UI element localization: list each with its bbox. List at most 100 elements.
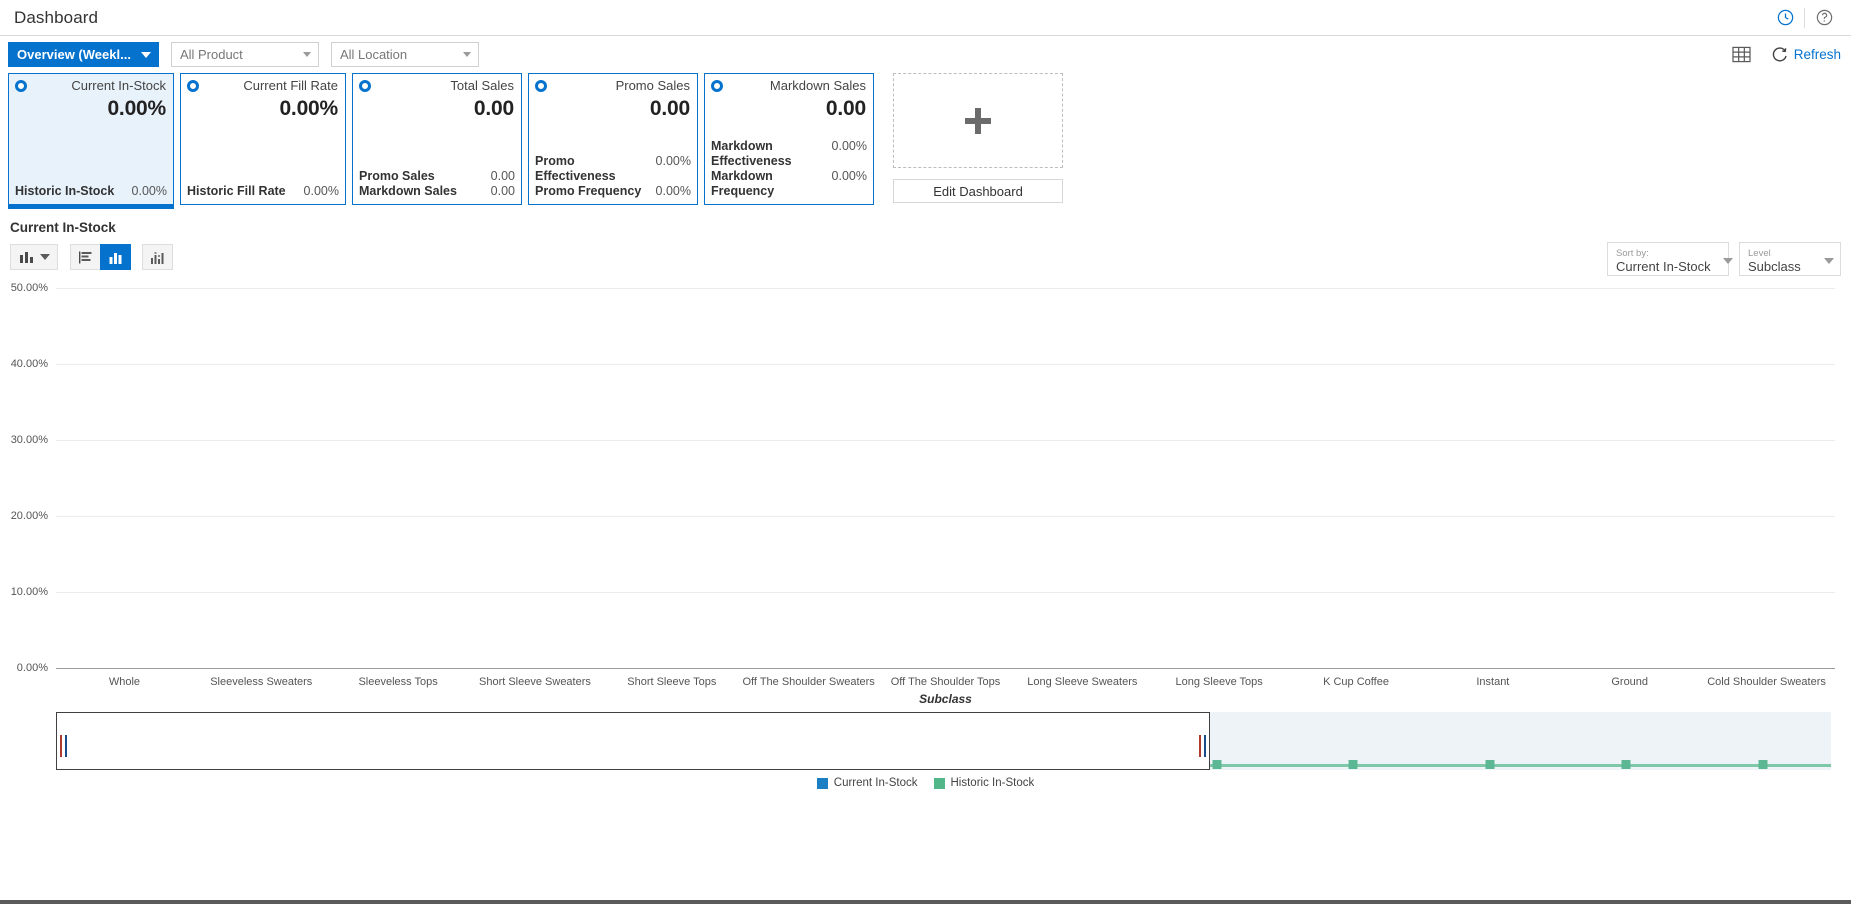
x-axis-labels: Whole Sleeveless Sweaters Sleeveless Top… xyxy=(56,676,1835,688)
tile-metric-row: Historic Fill Rate 0.00% xyxy=(187,184,339,199)
y-axis-tick-label: 20.00% xyxy=(11,510,48,522)
x-axis-tick-label: Short Sleeve Tops xyxy=(603,676,740,688)
x-axis-tick-label: Whole xyxy=(56,676,193,688)
level-value: Subclass xyxy=(1748,259,1801,274)
x-axis-tick-label: Sleeveless Tops xyxy=(330,676,467,688)
x-axis-tick-label: Instant xyxy=(1424,676,1561,688)
chart-range-scrollbar[interactable] xyxy=(56,712,1831,770)
tile-metric-label: Markdown Effectiveness xyxy=(711,139,828,169)
x-axis-tick-label: Ground xyxy=(1561,676,1698,688)
tile-header: Promo Sales xyxy=(529,74,697,96)
level-dropdown[interactable]: Level Subclass xyxy=(1739,242,1841,276)
legend-swatch xyxy=(934,778,945,789)
location-filter-value: All Location xyxy=(340,47,407,62)
y-axis-tick-label: 40.00% xyxy=(11,358,48,370)
legend-label: Current In-Stock xyxy=(834,777,918,789)
bar-chart-icon xyxy=(19,250,35,264)
horizontal-bar-view-button[interactable] xyxy=(70,244,101,270)
legend-item-historic-in-stock[interactable]: Historic In-Stock xyxy=(934,777,1035,789)
kpi-tile-current-fill-rate[interactable]: Current Fill Rate 0.00% Historic Fill Ra… xyxy=(180,73,346,205)
tile-footer: Promo Sales 0.00 Markdown Sales 0.00 xyxy=(353,169,521,204)
range-selection-window[interactable] xyxy=(56,712,1210,770)
tile-title: Current Fill Rate xyxy=(243,79,338,93)
chevron-down-icon xyxy=(1723,258,1733,264)
range-handle-right[interactable] xyxy=(1199,735,1206,757)
radio-icon[interactable] xyxy=(359,80,371,92)
radio-icon[interactable] xyxy=(187,80,199,92)
x-axis-tick-label: Cold Shoulder Sweaters xyxy=(1698,676,1835,688)
tile-metric-value: 0.00% xyxy=(656,154,691,169)
refresh-label: Refresh xyxy=(1794,47,1841,62)
chevron-down-icon xyxy=(141,52,151,58)
tile-title: Promo Sales xyxy=(616,79,690,93)
chart-canvas[interactable]: 50.00% 40.00% 30.00% 20.00% 10.00% 0.00% xyxy=(56,288,1835,668)
legend-item-current-in-stock[interactable]: Current In-Stock xyxy=(817,777,918,789)
tile-metric-value: 0.00 xyxy=(491,184,515,199)
radio-icon[interactable] xyxy=(535,80,547,92)
sort-by-value: Current In-Stock xyxy=(1616,259,1711,274)
chart-plot-area: 50.00% 40.00% 30.00% 20.00% 10.00% 0.00%… xyxy=(10,288,1841,708)
tile-metric-value: 0.00% xyxy=(132,184,167,199)
title-bar: Dashboard xyxy=(0,0,1851,36)
refresh-button[interactable]: Refresh xyxy=(1771,46,1841,63)
tile-metric-label: Promo Effectiveness xyxy=(535,154,652,184)
table-grid-icon[interactable] xyxy=(1731,44,1753,66)
sort-by-dropdown[interactable]: Sort by: Current In-Stock xyxy=(1607,242,1729,276)
tile-metric-label: Markdown Frequency xyxy=(711,169,828,199)
gridline: 50.00% xyxy=(56,288,1835,289)
chart-view-group xyxy=(70,244,172,270)
kpi-tile-promo-sales[interactable]: Promo Sales 0.00 Promo Effectiveness 0.0… xyxy=(528,73,698,205)
tile-title: Total Sales xyxy=(450,79,514,93)
tile-value: 0.00% xyxy=(9,96,173,121)
chevron-down-icon xyxy=(303,52,311,57)
x-axis-line: 0.00% xyxy=(56,668,1835,669)
x-axis-tick-label: Off The Shoulder Sweaters xyxy=(740,676,877,688)
combo-chart-view-button[interactable] xyxy=(142,244,173,270)
chevron-down-icon xyxy=(463,52,471,57)
x-axis-tick-label: Short Sleeve Sweaters xyxy=(467,676,604,688)
tile-metric-row: Promo Sales 0.00 xyxy=(359,169,515,184)
vertical-bar-view-button[interactable] xyxy=(100,244,131,270)
edit-dashboard-button[interactable]: Edit Dashboard xyxy=(893,179,1063,203)
chart-toolbar xyxy=(10,244,1841,270)
kpi-tile-markdown-sales[interactable]: Markdown Sales 0.00 Markdown Effectivene… xyxy=(704,73,874,205)
kpi-tile-current-in-stock[interactable]: Current In-Stock 0.00% Historic In-Stock… xyxy=(8,73,174,205)
tile-title: Markdown Sales xyxy=(770,79,866,93)
edit-dashboard-label: Edit Dashboard xyxy=(933,184,1023,199)
clock-history-icon[interactable] xyxy=(1768,1,1802,35)
tile-value: 0.00% xyxy=(181,96,345,121)
dashboard-profile-button[interactable]: Overview (Weekl... xyxy=(8,42,159,67)
x-axis-tick-label: K Cup Coffee xyxy=(1288,676,1425,688)
tile-footer: Historic Fill Rate 0.00% xyxy=(181,184,345,204)
refresh-icon xyxy=(1771,46,1788,63)
sort-by-label: Sort by: xyxy=(1616,248,1711,259)
product-filter-dropdown[interactable]: All Product xyxy=(171,42,319,67)
tile-metric-row: Markdown Sales 0.00 xyxy=(359,184,515,199)
chevron-down-icon xyxy=(40,254,50,260)
level-label: Level xyxy=(1748,248,1801,259)
chart-section: Current In-Stock xyxy=(0,220,1851,789)
chart-heading: Current In-Stock xyxy=(10,220,1841,235)
tile-metric-row: Markdown Effectiveness 0.00% xyxy=(711,139,867,169)
chart-type-dropdown[interactable] xyxy=(10,244,58,270)
kpi-tile-total-sales[interactable]: Total Sales 0.00 Promo Sales 0.00 Markdo… xyxy=(352,73,522,205)
gridline: 40.00% xyxy=(56,364,1835,365)
tile-metric-label: Promo Sales xyxy=(359,169,435,184)
tile-metric-value: 0.00 xyxy=(491,169,515,184)
toolbar-divider xyxy=(1804,8,1805,28)
help-circle-icon[interactable] xyxy=(1807,1,1841,35)
y-axis-tick-label: 30.00% xyxy=(11,434,48,446)
location-filter-dropdown[interactable]: All Location xyxy=(331,42,479,67)
radio-selected-icon[interactable] xyxy=(15,80,27,92)
tile-value: 0.00 xyxy=(529,96,697,121)
kpi-tile-row: Current In-Stock 0.00% Historic In-Stock… xyxy=(0,73,1851,213)
y-axis-tick-label: 50.00% xyxy=(11,282,48,294)
combo-chart-icon xyxy=(150,251,166,264)
add-tile-area: Edit Dashboard xyxy=(893,73,1063,203)
tile-metric-label: Historic In-Stock xyxy=(15,184,114,199)
x-axis-tick-label: Long Sleeve Sweaters xyxy=(1014,676,1151,688)
range-handle-left[interactable] xyxy=(60,735,67,757)
add-kpi-tile-button[interactable] xyxy=(893,73,1063,168)
tile-metric-row: Historic In-Stock 0.00% xyxy=(15,184,167,199)
radio-icon[interactable] xyxy=(711,80,723,92)
